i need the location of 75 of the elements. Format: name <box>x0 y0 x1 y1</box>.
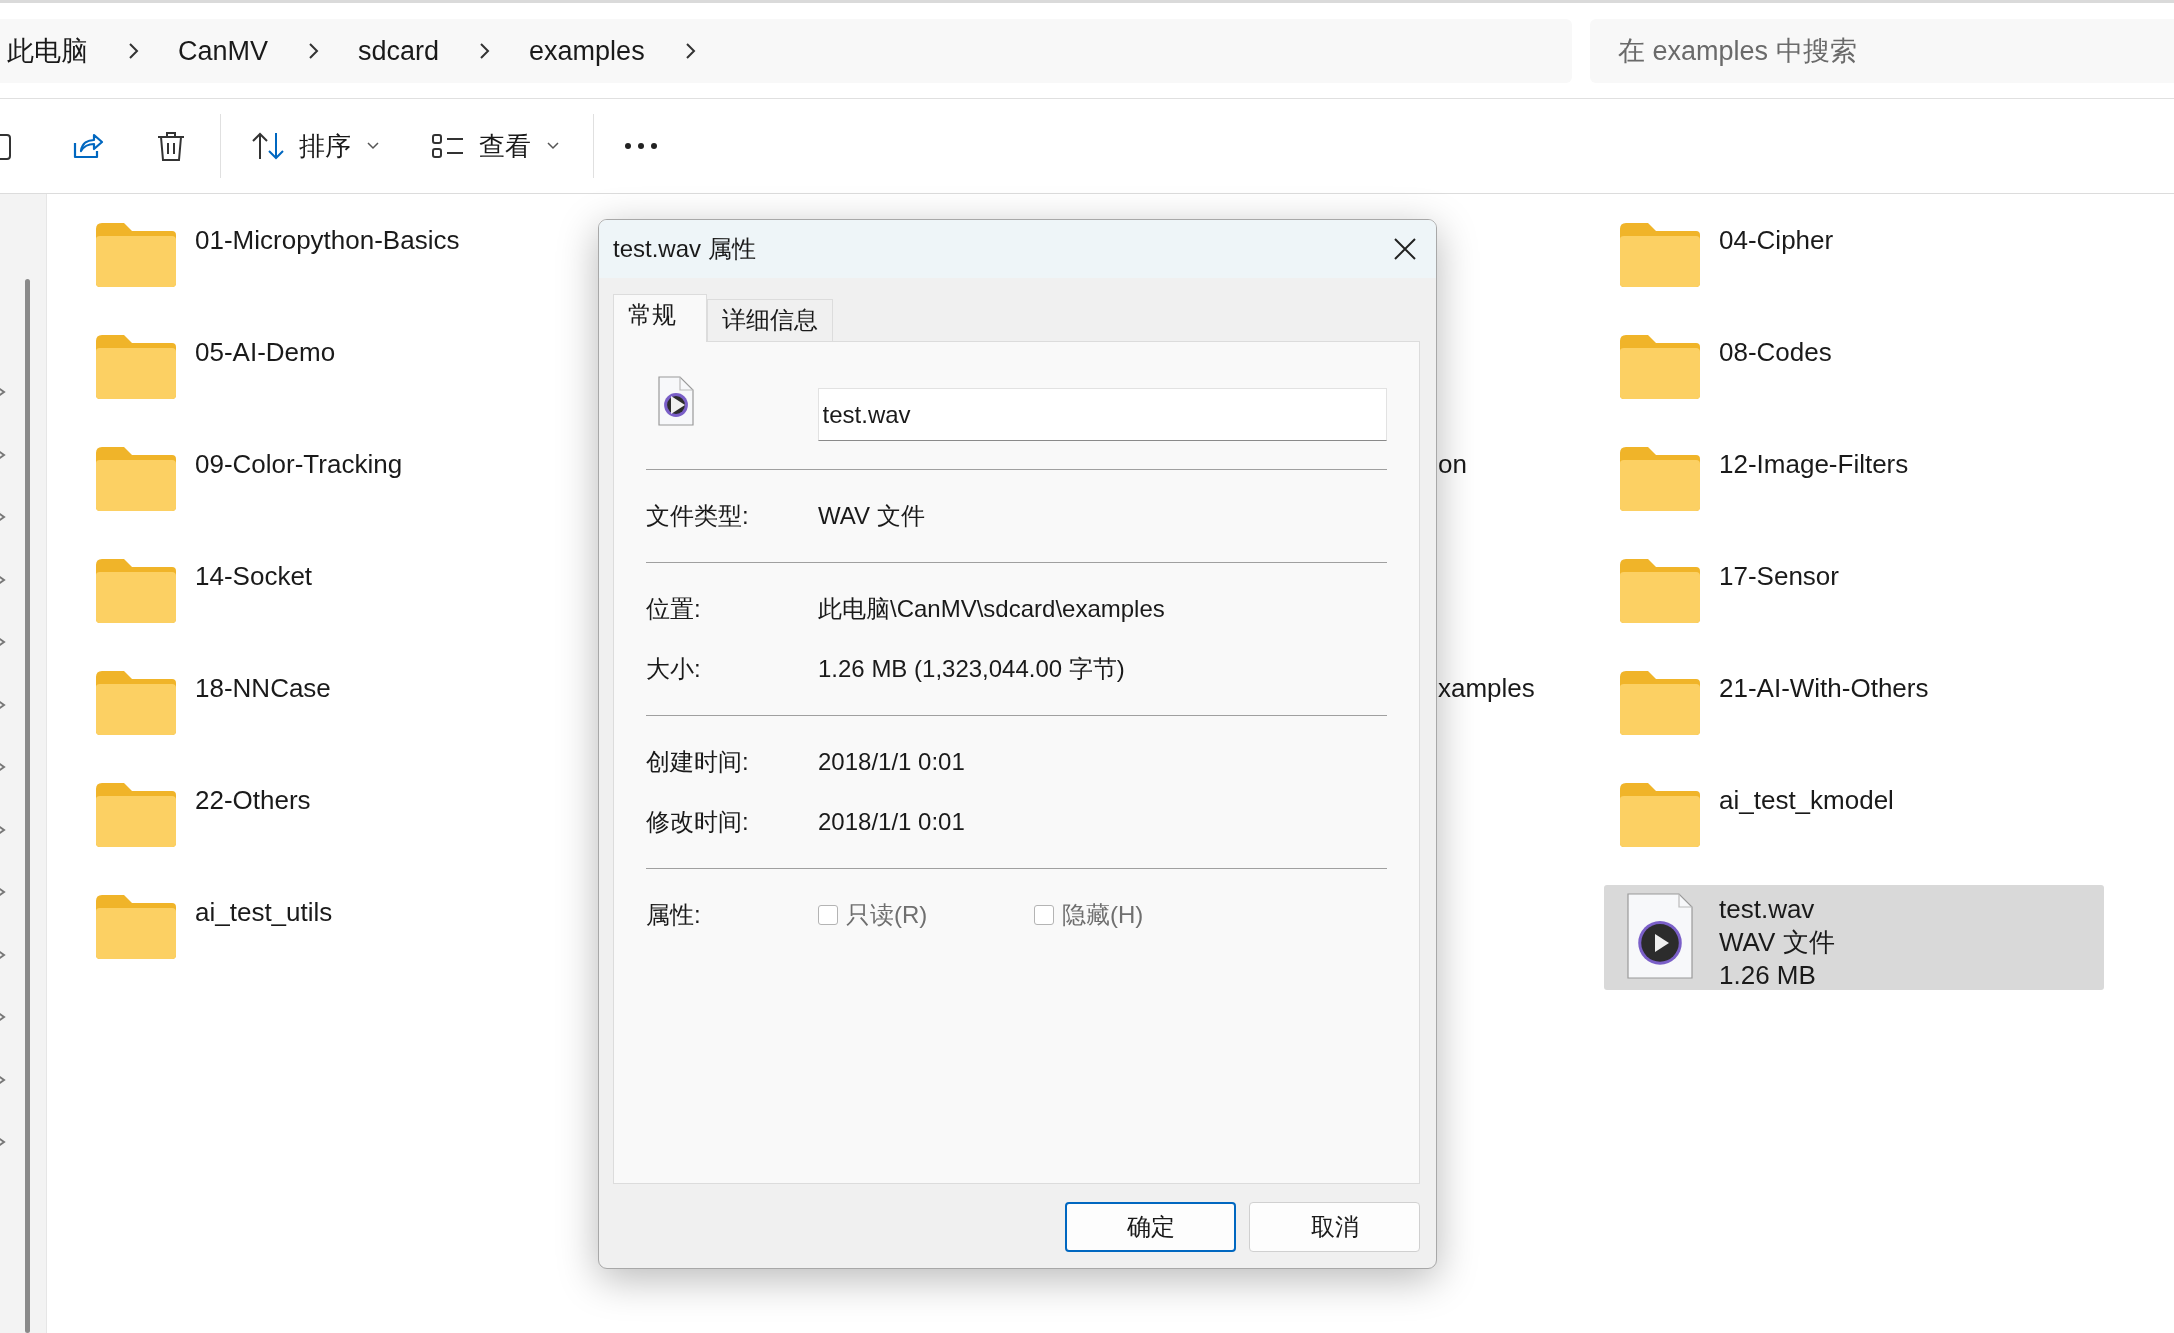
folder-icon <box>1618 781 1702 849</box>
file-type: WAV 文件 <box>1719 926 1835 959</box>
folder-item[interactable]: 12-Image-Filters <box>1604 437 2104 542</box>
folder-icon <box>94 445 178 513</box>
folder-item[interactable]: ai_test_utils <box>80 885 580 990</box>
folder-name[interactable]: on <box>1438 449 1467 480</box>
caret-icon <box>367 142 379 150</box>
property-value: 2018/1/1 0:01 <box>818 808 965 836</box>
address-bar[interactable]: 此电脑 CanMV sdcard examples <box>0 19 1572 83</box>
breadcrumb-item[interactable]: sdcard <box>358 35 440 67</box>
view-button[interactable]: 查看 <box>431 128 559 164</box>
audio-file-icon <box>658 376 694 426</box>
sort-button[interactable]: 排序 <box>251 128 379 164</box>
trash-icon <box>156 130 186 162</box>
folder-icon <box>94 669 178 737</box>
tab[interactable]: 详细信息 <box>707 299 833 341</box>
folder-item[interactable]: 08-Codes <box>1604 325 2104 430</box>
file-size: 1.26 MB <box>1719 959 1817 992</box>
folder-item[interactable]: ai_test_kmodel <box>1604 773 2104 878</box>
property-value: 此电脑\CanMV\sdcard\examples <box>818 594 1165 624</box>
more-button[interactable] <box>624 142 658 150</box>
folder-icon <box>94 781 178 849</box>
folder-item[interactable]: 05-AI-Demo <box>80 325 580 430</box>
folder-item[interactable]: 17-Sensor <box>1604 549 2104 654</box>
property-label: 修改时间: <box>646 807 750 837</box>
close-button[interactable] <box>1394 238 1416 260</box>
list-view-icon <box>431 131 465 161</box>
folder-icon <box>1618 333 1702 401</box>
dialog-title: test.wav 属性 <box>613 234 756 264</box>
sort-icon <box>251 131 285 161</box>
share-button[interactable] <box>72 131 104 161</box>
delete-button[interactable] <box>156 130 186 162</box>
audio-file-icon <box>1627 893 1693 979</box>
share-icon <box>72 131 104 161</box>
scrollbar-thumb[interactable] <box>24 279 30 1333</box>
folder-icon <box>94 333 178 401</box>
file-item[interactable]: test.wav WAV 文件 1.26 MB <box>1604 885 2104 990</box>
folder-icon <box>1618 557 1702 625</box>
breadcrumb-item[interactable]: 此电脑 <box>7 33 88 69</box>
property-value: WAV 文件 <box>818 501 925 531</box>
close-icon <box>1394 238 1416 260</box>
chevron-icon[interactable] <box>126 42 140 60</box>
search-field[interactable]: 在 examples 中搜索 <box>1590 19 2174 83</box>
chevron-icon[interactable] <box>477 42 492 60</box>
folder-icon <box>94 221 178 289</box>
file-name-field[interactable]: test.wav <box>817 388 1387 441</box>
folder-item[interactable]: 14-Socket <box>80 549 580 654</box>
property-label: 文件类型: <box>646 501 750 531</box>
chevron-icon[interactable] <box>306 42 321 60</box>
folder-item[interactable]: 22-Others <box>80 773 580 878</box>
folder-icon <box>1618 221 1702 289</box>
breadcrumb-item[interactable]: examples <box>529 35 645 67</box>
property-label: 属性: <box>646 900 702 930</box>
folder-icon <box>1618 445 1702 513</box>
folder-item[interactable]: 01-Micropython-Basics <box>80 213 580 318</box>
folder-item[interactable]: 18-NNCase <box>80 661 580 766</box>
property-label: 位置: <box>646 594 702 624</box>
caret-icon <box>547 142 559 150</box>
file-name: test.wav <box>1719 893 1816 926</box>
folder-item[interactable]: 21-AI-With-Others <box>1604 661 2104 766</box>
folder-icon <box>94 557 178 625</box>
cancel-button[interactable]: 取消 <box>1249 1202 1420 1252</box>
property-value: 1.26 MB (1,323,044.00 字节) <box>818 654 1125 684</box>
property-label: 创建时间: <box>646 747 750 777</box>
folder-item[interactable]: 04-Cipher <box>1604 213 2104 318</box>
breadcrumb-item[interactable]: CanMV <box>178 35 269 67</box>
more-icon <box>624 142 658 150</box>
tab[interactable]: 常规 <box>613 294 707 342</box>
property-value: 2018/1/1 0:01 <box>818 748 965 776</box>
property-label: 大小: <box>646 654 702 684</box>
folder-icon <box>1618 669 1702 737</box>
folder-item[interactable]: 09-Color-Tracking <box>80 437 580 542</box>
folder-name[interactable]: xamples <box>1438 673 1535 704</box>
folder-icon <box>94 893 178 961</box>
ok-button[interactable]: 确定 <box>1065 1202 1236 1252</box>
